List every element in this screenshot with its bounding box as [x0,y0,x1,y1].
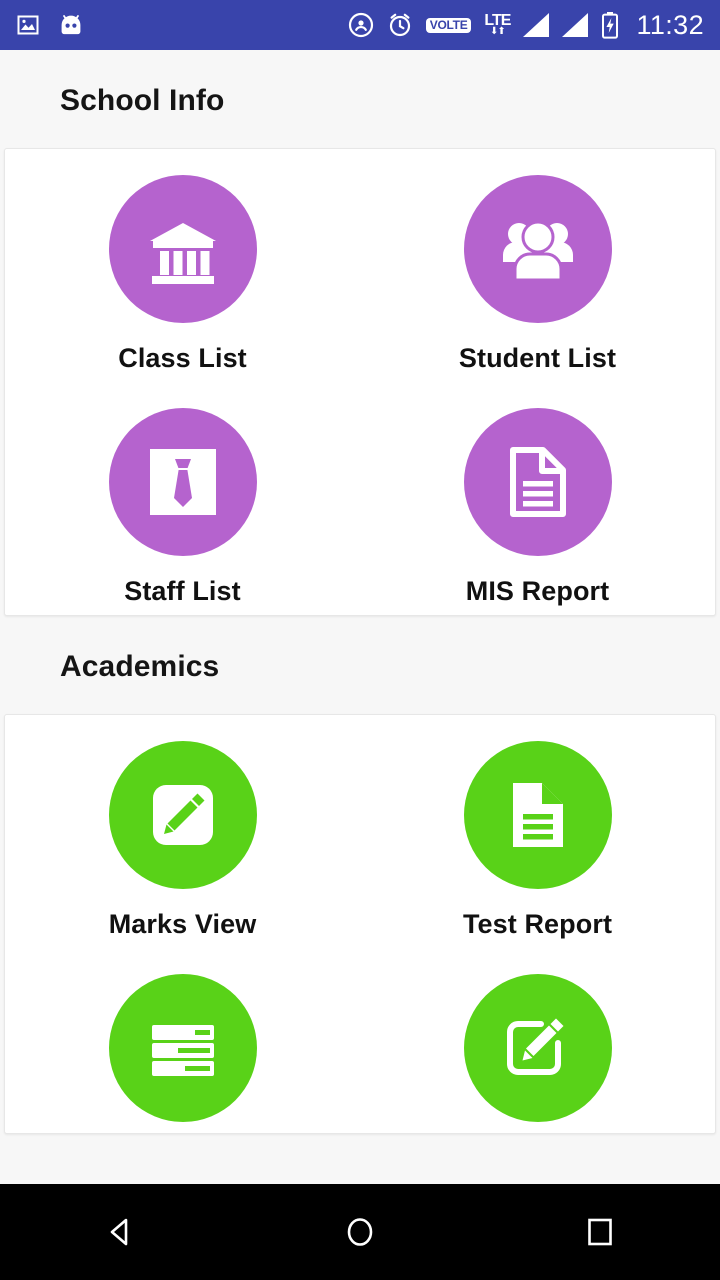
pencil-square-icon [108,741,257,889]
battery-charging-icon [601,11,619,39]
back-button[interactable] [60,1184,180,1280]
android-navigation-bar [0,1184,720,1280]
tile-test-report[interactable]: Test Report [360,715,715,948]
academics-grid: Marks View Test Report [5,715,715,1133]
people-group-icon [463,175,612,323]
tile-staff-list[interactable]: Staff List [5,382,360,615]
tile-class-list[interactable]: Class List [5,149,360,382]
status-bar-clock: 11:32 [636,9,704,40]
tile-label: MIS Report [465,576,610,606]
tile-student-list[interactable]: Student List [360,149,715,382]
tile-label: Test Report [462,909,613,939]
section-title-academics: Academics [60,650,220,683]
photo-icon [16,13,40,37]
necktie-icon [108,408,257,556]
document-filled-icon [463,741,612,889]
lte-icon: LTE ⬇⬆ [484,13,511,37]
tile-edit-note[interactable] [360,948,715,1133]
status-bar: VOLTE LTE ⬇⬆ 11:32 [0,0,720,50]
document-lines-icon [463,408,612,556]
school-info-grid: Class List Student List Staff List MIS R… [5,149,715,615]
tile-label: Marks View [108,909,257,939]
signal-sim1-icon [523,13,550,37]
list-rows-icon [108,974,257,1122]
home-button[interactable] [300,1184,420,1280]
cast-icon [348,12,374,38]
tile-mis-report[interactable]: MIS Report [360,382,715,615]
tile-list-rows[interactable] [5,948,360,1133]
tile-label: Staff List [124,576,241,606]
volte-icon: VOLTE [425,17,472,33]
school-info-card: Class List Student List Staff List MIS R… [4,148,716,616]
tile-marks-view[interactable]: Marks View [5,715,360,948]
lte-data-arrows: ⬇⬆ [490,26,506,37]
status-bar-left-icons [16,13,84,37]
edit-note-icon [463,974,612,1122]
recents-button[interactable] [540,1184,660,1280]
tile-label: Class List [118,343,247,373]
tile-label: Student List [458,343,617,373]
signal-sim2-icon [562,13,589,37]
section-title-school-info: School Info [60,84,225,117]
alarm-icon [387,12,413,38]
status-bar-right-icons: VOLTE LTE ⬇⬆ 11:32 [348,10,704,41]
bank-building-icon [108,175,257,323]
app-screen: VOLTE LTE ⬇⬆ 11:32 School Info Class Lis… [0,0,720,1280]
academics-card: Marks View Test Report [4,714,716,1134]
android-head-icon [58,13,84,37]
